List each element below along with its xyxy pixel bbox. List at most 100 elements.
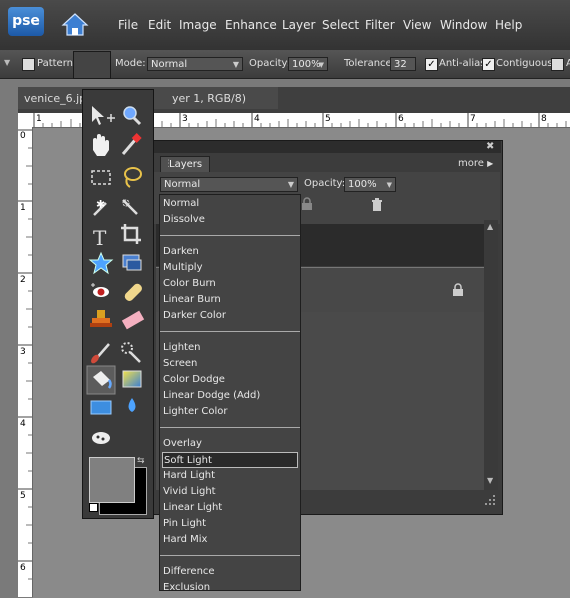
scroll-down-icon[interactable]: ▼ [487,476,493,485]
menu-window[interactable]: Window [440,18,487,32]
dropdown-separator [160,331,300,332]
blend-option-normal[interactable]: Normal [162,196,299,212]
tolerance-label: Tolerance: [344,58,396,69]
antialias-checkbox[interactable]: ✓ [425,58,438,71]
eyedropper-tool-icon [121,133,142,155]
blend-option-hard-light[interactable]: Hard Light [162,468,299,484]
pattern-label: Pattern [37,58,73,69]
ruler-label: 2 [20,275,26,285]
menu-help[interactable]: Help [495,18,522,32]
contiguous-label: Contiguous [496,58,553,69]
lock-icon[interactable] [451,283,465,297]
document-title: venice_6.jp [24,92,87,105]
blend-option-lighter-color[interactable]: Lighter Color [162,404,299,420]
blend-option-vivid-light[interactable]: Vivid Light [162,484,299,500]
blend-option-linear-dodge[interactable]: Linear Dodge (Add) [162,388,299,404]
more-menu-button[interactable]: more ▶ [458,158,493,169]
zoom-tool-icon [123,106,142,126]
ruler-label: 1 [20,203,26,213]
menu-select[interactable]: Select [322,18,359,32]
antialias-label: Anti-alias [439,58,486,69]
blend-option-linear-burn[interactable]: Linear Burn [162,292,299,308]
gradient-tool-icon [122,370,142,388]
all-layers-label: A [566,58,570,69]
tab-layers[interactable]: ⋮ Layers [160,156,210,173]
svg-text:✱: ✱ [96,198,105,211]
shape-tool-icon [90,400,112,415]
resize-grip-icon[interactable] [484,494,497,507]
default-colors-icon[interactable] [89,503,98,512]
ruler-vertical[interactable]: 0 1 2 3 4 5 6 [18,127,33,597]
toolbox: ✱ T [82,89,154,519]
ruler-label: 6 [20,563,26,573]
panel-opacity-field[interactable]: 100% ▼ [344,177,396,192]
menu-edit[interactable]: Edit [148,18,171,32]
chevron-down-icon: ▼ [386,181,392,189]
layers-scrollbar[interactable]: ▲ ▼ [484,220,498,490]
pattern-swatch[interactable] [73,51,111,79]
pattern-checkbox[interactable] [22,58,35,71]
blend-mode-select[interactable]: Normal ▼ [160,177,298,192]
swap-colors-icon[interactable]: ⇆ [137,456,145,466]
ruler-label: 5 [325,114,331,124]
blend-option-color-burn[interactable]: Color Burn [162,276,299,292]
color-swatches: ⇆ [89,456,147,515]
blend-mode-dropdown: Normal Dissolve Darken Multiply Color Bu… [159,194,301,593]
blend-option-overlay[interactable]: Overlay [162,436,299,452]
trash-icon[interactable] [370,198,384,212]
blend-option-multiply[interactable]: Multiply [162,260,299,276]
panel-header[interactable] [152,141,501,153]
blend-option-screen[interactable]: Screen [162,356,299,372]
tool-preset-arrow-icon[interactable]: ▼ [4,58,10,67]
blend-option-darken[interactable]: Darken [162,244,299,260]
type-tool-icon: T [93,226,107,250]
blend-option-hard-mix[interactable]: Hard Mix [162,532,299,548]
lock-all-icon[interactable] [300,197,314,211]
home-icon[interactable] [60,10,90,38]
sponge-tool-icon [92,432,110,444]
dropdown-separator [160,235,300,236]
menu-view[interactable]: View [403,18,431,32]
crop-tool-icon [121,224,141,244]
scroll-up-icon[interactable]: ▲ [487,222,493,231]
chevron-right-icon: ▶ [487,159,494,168]
menu-enhance[interactable]: Enhance [225,18,277,32]
foreground-color-swatch[interactable] [89,457,135,503]
ruler-label: 7 [470,114,476,124]
blend-option-color-dodge[interactable]: Color Dodge [162,372,299,388]
hand-tool-icon [93,134,109,156]
blend-option-exclusion[interactable]: Exclusion [162,580,299,596]
brush-tool-icon [91,343,110,364]
contiguous-checkbox[interactable]: ✓ [482,58,495,71]
blend-option-linear-light[interactable]: Linear Light [162,500,299,516]
mode-select[interactable]: Normal ▼ [147,57,243,71]
ruler-label: 3 [182,114,188,124]
blend-option-difference[interactable]: Difference [162,564,299,580]
smart-brush-tool-icon [121,342,141,363]
blend-option-darker-color[interactable]: Darker Color [162,308,299,324]
opacity-field[interactable]: 100% ▼ [288,57,328,71]
ruler-label: 1 [36,114,42,124]
ruler-label: 8 [541,114,547,124]
ruler-label: 3 [20,347,26,357]
blend-option-lighten[interactable]: Lighten [162,340,299,356]
blend-option-pin-light[interactable]: Pin Light [162,516,299,532]
chevron-down-icon: ▼ [232,60,239,69]
mode-label: Mode: [115,58,146,69]
move-tool-icon [92,106,115,125]
blend-option-dissolve[interactable]: Dissolve [162,212,299,228]
menu-layer[interactable]: Layer [282,18,315,32]
menu-filter[interactable]: Filter [365,18,395,32]
chevron-down-icon: ▼ [318,61,324,69]
menu-image[interactable]: Image [179,18,217,32]
eraser-tool-icon [121,310,145,330]
tolerance-field[interactable]: 32 [390,57,416,71]
close-icon[interactable]: ✖ [486,141,494,152]
magic-wand-tool-icon: ✱ [93,198,107,216]
blend-option-soft-light[interactable]: Soft Light [162,452,298,468]
document-title-suffix: yer 1, RGB/8) [172,92,246,105]
red-eye-tool-icon [91,283,109,297]
all-layers-checkbox[interactable] [551,58,564,71]
menu-file[interactable]: File [118,18,138,32]
more-label: more [458,158,484,169]
